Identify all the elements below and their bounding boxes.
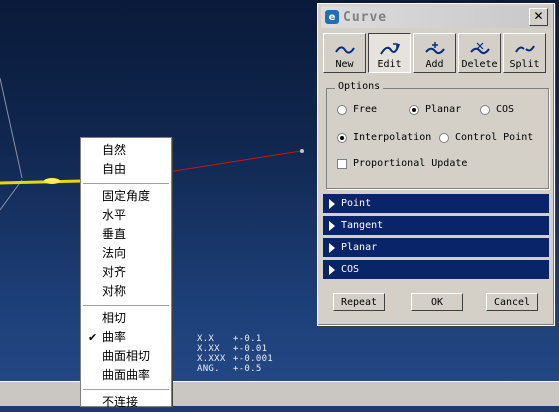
- section-planar[interactable]: Planar: [323, 238, 549, 257]
- section-point-label: Point: [341, 198, 372, 209]
- ok-button[interactable]: OK: [411, 293, 463, 311]
- options-group: Options Free Planar COS Interpolation Co…: [326, 81, 549, 189]
- tolerance-label: ANG.: [197, 364, 220, 374]
- menu-item-surface-curvature[interactable]: 曲面曲率: [81, 366, 171, 385]
- section-cos[interactable]: COS: [323, 260, 549, 279]
- expand-arrow-icon: [329, 220, 335, 231]
- proportional-update-checkbox[interactable]: Proportional Update: [337, 158, 467, 169]
- curve-new-icon: [334, 46, 355, 54]
- menu-item-horizontal[interactable]: 水平: [81, 206, 171, 225]
- control-point-radio[interactable]: Control Point: [439, 132, 533, 143]
- control-point-label: Control Point: [455, 132, 534, 143]
- menu-separator: [83, 183, 169, 184]
- tolerance-value: +-0.01: [233, 344, 268, 354]
- radio-selected-icon: [337, 132, 347, 143]
- dialog-titlebar[interactable]: e Curve ✕: [321, 6, 551, 28]
- construction-line: [0, 179, 23, 211]
- app-logo-icon: e: [325, 10, 339, 24]
- cos-radio[interactable]: COS: [480, 104, 514, 115]
- continuity-context-menu: 自然 自由 固定角度 水平 垂直 法向 对齐 对称 相切 ✔ 曲率 曲面相切 曲面…: [80, 137, 172, 409]
- tolerance-value: +-0.001: [233, 354, 274, 364]
- section-planar-label: Planar: [341, 242, 378, 253]
- curve-toolbar: New Edit Add Delete Split: [323, 33, 548, 75]
- radio-icon: [439, 132, 449, 143]
- tolerance-value: +-0.5: [233, 364, 262, 374]
- menu-item-disconnect[interactable]: 不连接: [81, 393, 171, 412]
- proportional-update-label: Proportional Update: [353, 158, 468, 169]
- curve-split-icon: [514, 45, 535, 53]
- add-button[interactable]: Add: [413, 33, 456, 73]
- add-button-label: Add: [425, 59, 444, 70]
- tolerance-label: X.XXX: [197, 354, 226, 364]
- radio-selected-icon: [409, 104, 419, 115]
- edit-button[interactable]: Edit: [368, 33, 411, 73]
- tolerance-label: X.X: [197, 334, 215, 344]
- planar-label: Planar: [425, 104, 462, 115]
- checkbox-icon: [337, 158, 347, 169]
- tangent-endpoint[interactable]: [300, 149, 304, 153]
- menu-item-free[interactable]: 自由: [81, 160, 171, 179]
- checkmark-icon: ✔: [88, 331, 98, 344]
- tolerance-readout: X.X +-0.1 X.XX +-0.01 X.XXX +-0.001 ANG. +-0…: [197, 334, 273, 374]
- menu-item-fixed-angle[interactable]: 固定角度: [81, 187, 171, 206]
- curve-delete-icon: [469, 42, 490, 55]
- radio-icon: [337, 104, 347, 115]
- expand-arrow-icon: [329, 264, 335, 275]
- section-tangent[interactable]: Tangent: [323, 216, 549, 235]
- interpolation-radio[interactable]: Interpolation: [337, 132, 431, 143]
- free-radio[interactable]: Free: [337, 104, 377, 115]
- tolerance-value: +-0.1: [233, 334, 262, 344]
- menu-item-tangent[interactable]: 相切: [81, 309, 171, 328]
- construction-line: [0, 77, 23, 179]
- expand-arrow-icon: [329, 242, 335, 253]
- menu-separator: [83, 389, 169, 390]
- split-button[interactable]: Split: [503, 33, 546, 73]
- curve-edit-icon: [379, 43, 400, 55]
- menu-item-curvature[interactable]: ✔ 曲率: [81, 328, 171, 347]
- options-legend: Options: [335, 81, 384, 92]
- repeat-button[interactable]: Repeat: [333, 293, 385, 311]
- tolerance-label: X.XX: [197, 344, 220, 354]
- menu-item-align[interactable]: 对齐: [81, 263, 171, 282]
- free-label: Free: [353, 104, 378, 115]
- highlighted-curve[interactable]: [0, 179, 83, 185]
- menu-item-symmetric[interactable]: 对称: [81, 282, 171, 301]
- section-cos-label: COS: [341, 264, 360, 275]
- cos-label: COS: [496, 104, 515, 115]
- expand-arrow-icon: [329, 198, 335, 209]
- section-point[interactable]: Point: [323, 194, 549, 213]
- split-button-label: Split: [509, 59, 540, 70]
- interpolation-label: Interpolation: [353, 132, 432, 143]
- close-button[interactable]: ✕: [529, 8, 548, 26]
- edit-button-label: Edit: [377, 59, 402, 70]
- planar-radio[interactable]: Planar: [409, 104, 461, 115]
- menu-item-surface-tangent[interactable]: 曲面相切: [81, 347, 171, 366]
- menu-item-normal[interactable]: 法向: [81, 244, 171, 263]
- radio-icon: [480, 104, 490, 115]
- menu-separator: [83, 305, 169, 306]
- tangent-line[interactable]: [167, 150, 302, 173]
- delete-button[interactable]: Delete: [458, 33, 501, 73]
- curve-dialog: e Curve ✕ New Edit Add Delete Split Opti…: [317, 3, 555, 326]
- menu-item-natural[interactable]: 自然: [81, 141, 171, 160]
- curve-control-point[interactable]: [44, 178, 60, 184]
- curve-add-icon: [424, 42, 445, 55]
- cancel-button[interactable]: Cancel: [486, 293, 538, 311]
- menu-item-curvature-label: 曲率: [102, 330, 127, 344]
- new-button-label: New: [335, 59, 354, 70]
- section-tangent-label: Tangent: [341, 220, 384, 231]
- menu-item-vertical[interactable]: 垂直: [81, 225, 171, 244]
- new-button[interactable]: New: [323, 33, 366, 73]
- dialog-title: Curve: [343, 9, 388, 25]
- delete-button-label: Delete: [461, 59, 498, 70]
